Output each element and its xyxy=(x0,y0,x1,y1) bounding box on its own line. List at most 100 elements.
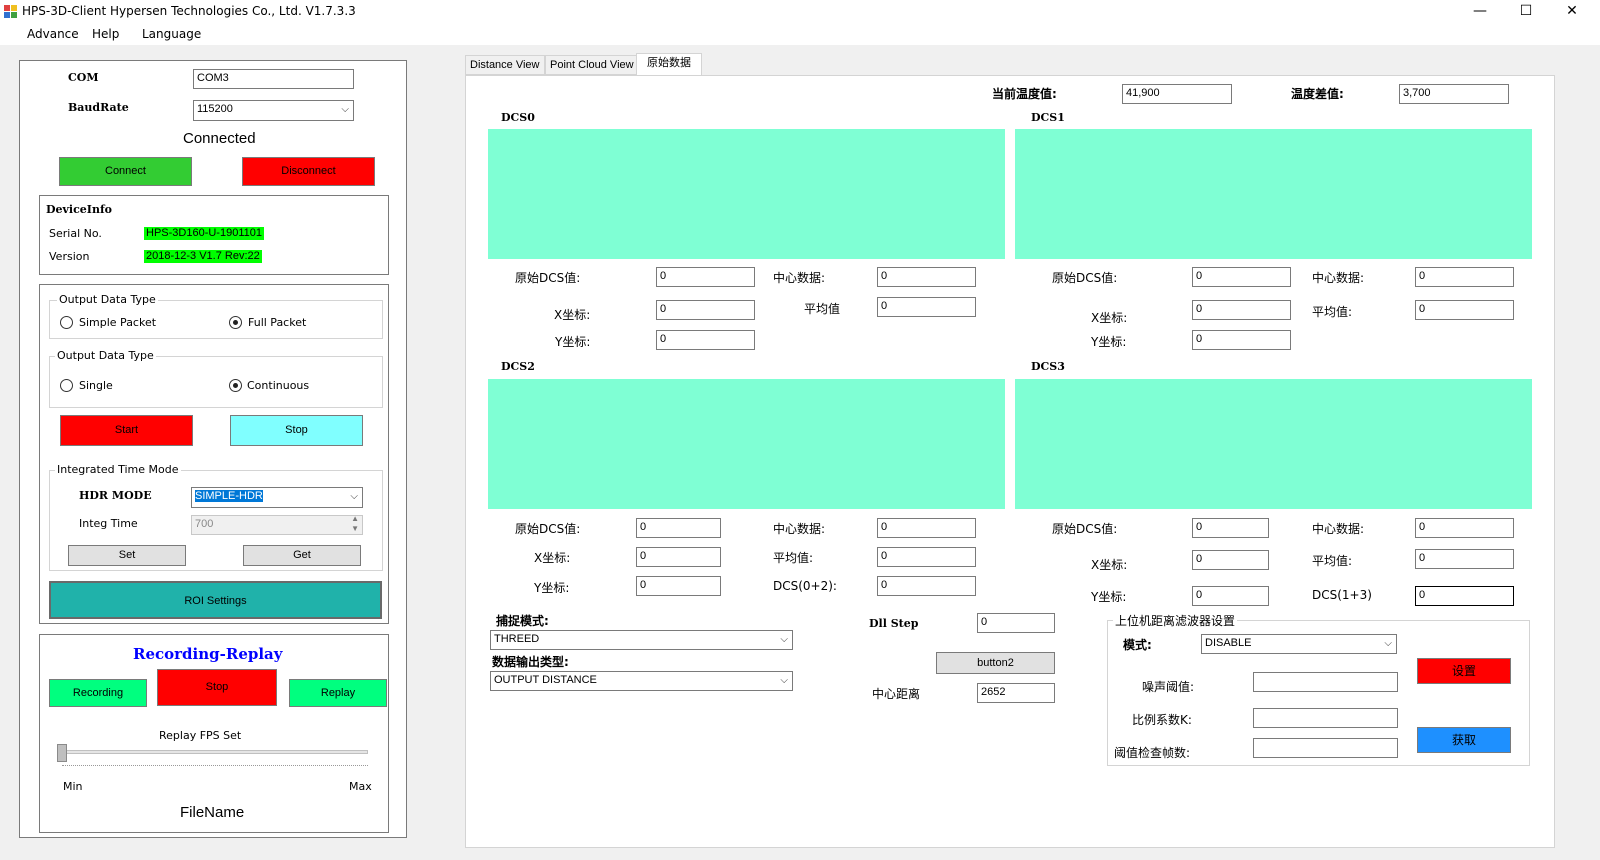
start-button[interactable]: Start xyxy=(60,415,193,446)
fps-slider-track[interactable] xyxy=(60,750,368,754)
dcs1-x-input[interactable]: 0 xyxy=(1192,300,1291,320)
integ-get-button[interactable]: Get xyxy=(243,545,361,566)
capture-mode-value: THREED xyxy=(494,633,540,645)
dcs1-avg-input[interactable]: 0 xyxy=(1415,300,1514,320)
menu-help[interactable]: Help xyxy=(92,27,119,41)
dcs3-y-input[interactable]: 0 xyxy=(1192,586,1269,606)
single-radio[interactable] xyxy=(60,379,73,392)
dcs2-sum-input[interactable]: 0 xyxy=(877,576,976,596)
integ-time-input[interactable]: 700 ▲ ▼ xyxy=(191,515,363,535)
tab-point-cloud-view[interactable]: Point Cloud View xyxy=(545,55,639,75)
dcs0-raw-input[interactable]: 0 xyxy=(656,267,755,287)
dcs2-avg-input[interactable]: 0 xyxy=(877,547,976,567)
dcs2-x-input[interactable]: 0 xyxy=(636,547,721,567)
center-distance-label: 中心距离 xyxy=(872,687,921,701)
integ-set-button[interactable]: Set xyxy=(68,545,186,566)
temperature-diff-input[interactable]: 3,700 xyxy=(1399,84,1509,104)
dcs2-image-area xyxy=(488,379,1005,509)
spinner-arrows-icon[interactable]: ▲ ▼ xyxy=(351,516,359,534)
output-type-title: Output Data Type xyxy=(57,293,158,306)
hdr-mode-select[interactable]: SIMPLE-HDR ⌵ xyxy=(191,487,363,508)
continuous-label: Continuous xyxy=(247,379,310,392)
dcs2-avg-label: 平均值: xyxy=(773,551,814,565)
connect-button[interactable]: Connect xyxy=(59,157,192,186)
close-button[interactable]: ✕ xyxy=(1549,0,1595,23)
noise-threshold-input[interactable] xyxy=(1253,672,1398,692)
tab-raw-data[interactable]: 原始数据 xyxy=(636,53,702,76)
current-temperature-label: 当前温度值: xyxy=(992,87,1057,101)
replay-button[interactable]: Replay xyxy=(289,679,387,707)
capture-mode-label: 捕捉模式: xyxy=(496,614,549,628)
output-mode-title: Output Data Type xyxy=(55,349,156,362)
integ-time-label: Integ Time xyxy=(79,517,138,530)
dcs0-y-input[interactable]: 0 xyxy=(656,330,755,350)
dcs1-image-area xyxy=(1015,129,1532,259)
stop-output-button[interactable]: Stop xyxy=(230,415,363,446)
dcs2-y-label: Y坐标: xyxy=(534,581,570,595)
minimize-button[interactable]: — xyxy=(1457,0,1503,23)
dcs2-x-label: X坐标: xyxy=(534,551,571,565)
output-type-select[interactable]: OUTPUT DISTANCE ⌵ xyxy=(490,671,793,691)
menu-bar: Advance Help Language xyxy=(0,23,1600,45)
ratio-k-input[interactable] xyxy=(1253,708,1398,728)
dcs3-raw-input[interactable]: 0 xyxy=(1192,518,1269,538)
dcs0-avg-input[interactable]: 0 xyxy=(877,297,976,317)
dcs3-center-input[interactable]: 0 xyxy=(1415,518,1514,538)
dcs0-x-input[interactable]: 0 xyxy=(656,300,755,320)
simple-packet-radio[interactable] xyxy=(60,316,73,329)
maximize-button[interactable]: ☐ xyxy=(1503,0,1549,23)
filter-mode-label: 模式: xyxy=(1123,638,1152,652)
chevron-down-icon: ⌵ xyxy=(341,104,349,115)
dcs1-x-label: X坐标: xyxy=(1091,311,1128,325)
tab-distance-view[interactable]: Distance View xyxy=(465,55,545,75)
baudrate-select[interactable]: 115200 ⌵ xyxy=(193,100,354,121)
dcs0-center-label: 中心数据: xyxy=(773,271,826,285)
filter-mode-value: DISABLE xyxy=(1205,637,1252,649)
com-input[interactable]: COM3 xyxy=(193,69,354,89)
menu-language[interactable]: Language xyxy=(142,27,201,41)
current-temperature-input[interactable]: 41,900 xyxy=(1122,84,1232,104)
fps-slider-handle[interactable] xyxy=(57,744,67,762)
recording-button[interactable]: Recording xyxy=(49,679,147,707)
dcs1-raw-input[interactable]: 0 xyxy=(1192,267,1291,287)
dcs2-y-input[interactable]: 0 xyxy=(636,576,721,596)
filename-label: FileName xyxy=(180,804,245,821)
continuous-radio[interactable] xyxy=(229,379,242,392)
full-packet-radio[interactable] xyxy=(229,316,242,329)
threshold-frames-label: 阈值检查帧数: xyxy=(1114,746,1191,760)
simple-packet-label: Simple Packet xyxy=(79,316,157,329)
version-label: Version xyxy=(49,250,90,263)
filter-mode-select[interactable]: DISABLE ⌵ xyxy=(1201,634,1397,654)
dcs1-y-input[interactable]: 0 xyxy=(1192,330,1291,350)
disconnect-button[interactable]: Disconnect xyxy=(242,157,375,186)
single-label: Single xyxy=(79,379,113,392)
dcs1-center-input[interactable]: 0 xyxy=(1415,267,1514,287)
dcs3-x-input[interactable]: 0 xyxy=(1192,550,1269,570)
filter-set-button[interactable]: 设置 xyxy=(1417,658,1511,684)
button2[interactable]: button2 xyxy=(936,652,1055,674)
threshold-frames-input[interactable] xyxy=(1253,738,1398,758)
dcs0-center-input[interactable]: 0 xyxy=(877,267,976,287)
dcs3-sum-input[interactable]: 0 xyxy=(1415,586,1514,606)
dcs2-raw-input[interactable]: 0 xyxy=(636,518,721,538)
dll-step-input[interactable]: 0 xyxy=(977,613,1055,633)
roi-settings-button[interactable]: ROI Settings xyxy=(49,581,382,619)
dcs1-raw-label: 原始DCS值: xyxy=(1052,271,1118,285)
dcs0-image-area xyxy=(488,129,1005,259)
recording-stop-button[interactable]: Stop xyxy=(157,669,277,706)
noise-threshold-label: 噪声阈值: xyxy=(1142,680,1195,694)
chevron-down-icon: ⌵ xyxy=(780,634,788,645)
hdr-mode-value: SIMPLE-HDR xyxy=(195,490,263,502)
center-distance-input[interactable]: 2652 xyxy=(977,683,1055,703)
dcs3-avg-input[interactable]: 0 xyxy=(1415,549,1514,569)
menu-advance[interactable]: Advance xyxy=(27,27,79,41)
capture-mode-select[interactable]: THREED ⌵ xyxy=(490,630,793,650)
dcs0-y-label: Y坐标: xyxy=(555,335,591,349)
baudrate-value: 115200 xyxy=(197,103,233,115)
dcs2-center-input[interactable]: 0 xyxy=(877,518,976,538)
app-icon xyxy=(4,5,17,18)
filter-settings-title: 上位机距离滤波器设置 xyxy=(1113,612,1238,629)
hdr-mode-label: HDR MODE xyxy=(79,489,152,502)
recording-replay-title: Recording-Replay xyxy=(133,645,283,663)
filter-get-button[interactable]: 获取 xyxy=(1417,727,1511,753)
